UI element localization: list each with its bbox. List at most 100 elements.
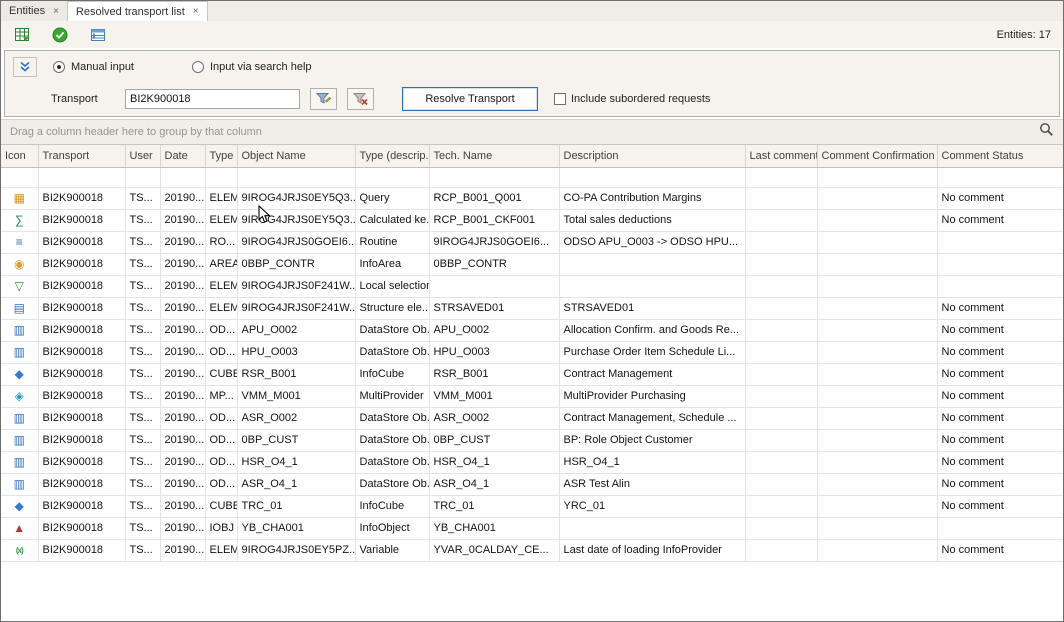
cell-comment_status[interactable]: No comment [937, 297, 1063, 319]
cell-user[interactable]: TS... [125, 253, 160, 275]
cell-comment_confirmation[interactable] [817, 297, 937, 319]
cell-transport[interactable]: BI2K900018 [38, 517, 125, 539]
cell-comment_confirmation[interactable] [817, 407, 937, 429]
collapse-panel-button[interactable] [13, 57, 37, 77]
cell-comment_confirmation[interactable] [817, 363, 937, 385]
filter-cell[interactable] [817, 167, 937, 187]
cell-tech_name[interactable]: TRC_01 [429, 495, 559, 517]
column-header[interactable]: Comment Status [937, 145, 1063, 167]
tab-resolved-transport-list[interactable]: Resolved transport list × [68, 1, 208, 21]
cell-comment_status[interactable]: No comment [937, 209, 1063, 231]
include-suborders-checkbox[interactable]: Include subordered requests [554, 93, 710, 105]
cell-type_desc[interactable]: InfoArea [355, 253, 429, 275]
table-row[interactable]: ∑BI2K900018TS...20190...ELEM9IROG4JRJS0E… [1, 209, 1063, 231]
cell-last_comment[interactable] [745, 539, 817, 561]
table-row[interactable]: ▤BI2K900018TS...20190...ELEM9IROG4JRJS0F… [1, 297, 1063, 319]
cell-transport[interactable]: BI2K900018 [38, 187, 125, 209]
cell-user[interactable]: TS... [125, 385, 160, 407]
cell-date[interactable]: 20190... [160, 407, 205, 429]
radio-icon[interactable] [192, 61, 204, 73]
table-row[interactable]: (x)BI2K900018TS...20190...ELEM9IROG4JRJS… [1, 539, 1063, 561]
filter-editor-button[interactable] [310, 88, 337, 110]
cell-description[interactable]: Contract Management, Schedule ... [559, 407, 745, 429]
cell-type[interactable]: CUBE [205, 495, 237, 517]
cell-object_name[interactable]: APU_O002 [237, 319, 355, 341]
filter-cell[interactable] [429, 167, 559, 187]
cell-transport[interactable]: BI2K900018 [38, 253, 125, 275]
cell-user[interactable]: TS... [125, 517, 160, 539]
cell-comment_status[interactable]: No comment [937, 385, 1063, 407]
cell-type_desc[interactable]: DataStore Ob... [355, 451, 429, 473]
cell-type[interactable]: OD... [205, 407, 237, 429]
cell-tech_name[interactable]: ASR_O002 [429, 407, 559, 429]
cell-user[interactable]: TS... [125, 407, 160, 429]
cell-type_desc[interactable]: DataStore Ob... [355, 407, 429, 429]
cell-comment_status[interactable]: No comment [937, 319, 1063, 341]
cell-date[interactable]: 20190... [160, 297, 205, 319]
cell-comment_confirmation[interactable] [817, 429, 937, 451]
cell-description[interactable]: Allocation Confirm. and Goods Re... [559, 319, 745, 341]
cell-last_comment[interactable] [745, 495, 817, 517]
cell-date[interactable]: 20190... [160, 231, 205, 253]
cell-description[interactable] [559, 517, 745, 539]
cell-date[interactable]: 20190... [160, 385, 205, 407]
cell-comment_status[interactable] [937, 275, 1063, 297]
tab-entities[interactable]: Entities × [1, 1, 68, 21]
table-row[interactable]: ▥BI2K900018TS...20190...OD...ASR_O4_1Dat… [1, 473, 1063, 495]
column-header[interactable]: Type [205, 145, 237, 167]
column-header[interactable]: Comment Confirmation [817, 145, 937, 167]
cell-comment_confirmation[interactable] [817, 341, 937, 363]
table-row[interactable]: ◈BI2K900018TS...20190...MP...VMM_M001Mul… [1, 385, 1063, 407]
table-row[interactable]: ▥BI2K900018TS...20190...OD...HSR_O4_1Dat… [1, 451, 1063, 473]
column-header[interactable]: Icon [1, 145, 38, 167]
table-row[interactable]: ▲BI2K900018TS...20190...IOBJYB_CHA001Inf… [1, 517, 1063, 539]
cell-last_comment[interactable] [745, 187, 817, 209]
cell-comment_status[interactable]: No comment [937, 429, 1063, 451]
cell-user[interactable]: TS... [125, 451, 160, 473]
cell-tech_name[interactable]: STRSAVED01 [429, 297, 559, 319]
table-row[interactable]: ◆BI2K900018TS...20190...CUBETRC_01InfoCu… [1, 495, 1063, 517]
radio-icon[interactable] [53, 61, 65, 73]
cell-last_comment[interactable] [745, 253, 817, 275]
cell-type[interactable]: ELEM [205, 187, 237, 209]
filter-cell[interactable] [205, 167, 237, 187]
cell-object_name[interactable]: RSR_B001 [237, 363, 355, 385]
cell-date[interactable]: 20190... [160, 319, 205, 341]
cell-user[interactable]: TS... [125, 319, 160, 341]
cell-transport[interactable]: BI2K900018 [38, 209, 125, 231]
cell-type[interactable]: ELEM [205, 297, 237, 319]
cell-description[interactable]: STRSAVED01 [559, 297, 745, 319]
cell-type_desc[interactable]: Local selection [355, 275, 429, 297]
filter-cell[interactable] [937, 167, 1063, 187]
column-header[interactable]: Description [559, 145, 745, 167]
cell-user[interactable]: TS... [125, 341, 160, 363]
table-row[interactable]: ◆BI2K900018TS...20190...CUBERSR_B001Info… [1, 363, 1063, 385]
cell-type_desc[interactable]: Structure ele... [355, 297, 429, 319]
cell-comment_confirmation[interactable] [817, 539, 937, 561]
cell-transport[interactable]: BI2K900018 [38, 297, 125, 319]
cell-comment_confirmation[interactable] [817, 517, 937, 539]
cell-last_comment[interactable] [745, 363, 817, 385]
column-header[interactable]: Date [160, 145, 205, 167]
checkbox-icon[interactable] [554, 93, 566, 105]
cell-transport[interactable]: BI2K900018 [38, 385, 125, 407]
cell-object_name[interactable]: 9IROG4JRJS0EY5Q3... [237, 209, 355, 231]
cell-description[interactable]: Contract Management [559, 363, 745, 385]
cell-tech_name[interactable]: 9IROG4JRJS0GOEI6... [429, 231, 559, 253]
cell-transport[interactable]: BI2K900018 [38, 407, 125, 429]
cell-type[interactable]: ELEM [205, 209, 237, 231]
column-header[interactable]: Transport [38, 145, 125, 167]
cell-user[interactable]: TS... [125, 539, 160, 561]
cell-last_comment[interactable] [745, 429, 817, 451]
table-row[interactable]: ▥BI2K900018TS...20190...OD...ASR_O002Dat… [1, 407, 1063, 429]
cell-comment_confirmation[interactable] [817, 275, 937, 297]
cell-comment_status[interactable] [937, 231, 1063, 253]
cell-description[interactable]: Total sales deductions [559, 209, 745, 231]
cell-description[interactable] [559, 253, 745, 275]
cell-type_desc[interactable]: Routine [355, 231, 429, 253]
cell-object_name[interactable]: 9IROG4JRJS0EY5Q3... [237, 187, 355, 209]
filter-cell[interactable] [125, 167, 160, 187]
cell-comment_confirmation[interactable] [817, 495, 937, 517]
cell-tech_name[interactable]: HSR_O4_1 [429, 451, 559, 473]
cell-tech_name[interactable]: YB_CHA001 [429, 517, 559, 539]
